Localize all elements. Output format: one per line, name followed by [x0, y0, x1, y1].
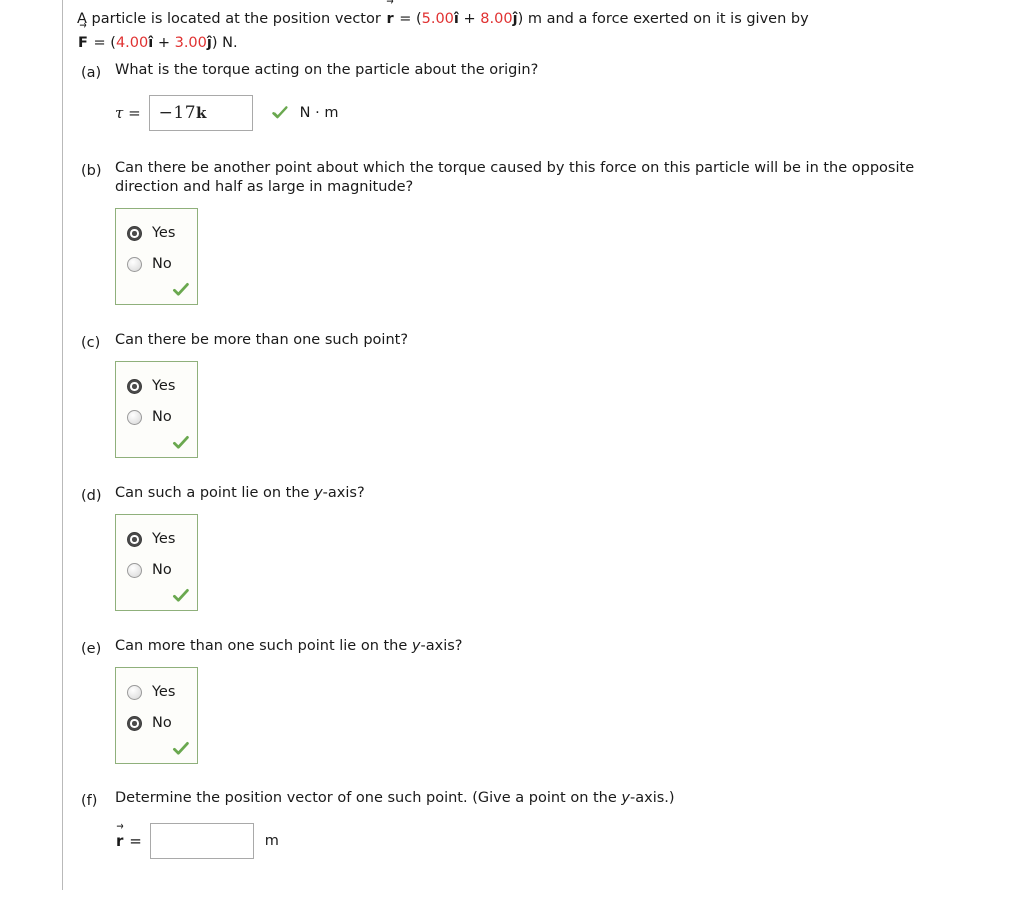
part-c-option-no-label: No — [152, 409, 172, 426]
F-x-value: 4.00 — [115, 35, 149, 51]
radio-button-no[interactable] — [127, 410, 142, 425]
problem-page: A particle is located at the position ve… — [77, 0, 1007, 859]
part-b-option-yes-label: Yes — [152, 225, 176, 242]
part-e-option-yes[interactable]: Yes — [116, 677, 197, 708]
part-f-question: Determine the position vector of one suc… — [115, 789, 967, 808]
green-check-icon — [271, 104, 289, 122]
part-e-question-post: -axis? — [420, 638, 463, 654]
part-a-answer-value: −17 — [158, 103, 197, 123]
part-c-choice-group: Yes No — [115, 361, 198, 458]
part-b-status — [116, 280, 197, 300]
part-e-label: (e) — [81, 641, 102, 657]
part-c-option-no[interactable]: No — [116, 402, 197, 433]
part-e-question: Can more than one such point lie on the … — [115, 637, 967, 656]
F-y-value: 3.00 — [174, 35, 207, 51]
part-e-axis-symbol: y — [411, 638, 421, 654]
question-part-d: (d) Can such a point lie on the y-axis? … — [77, 484, 1007, 611]
part-b-label: (b) — [81, 163, 102, 179]
part-f-equals: = — [129, 832, 142, 850]
part-d-label: (d) — [81, 488, 102, 504]
part-c-option-yes-label: Yes — [152, 378, 176, 395]
question-part-c: (c) Can there be more than one such poin… — [77, 331, 1007, 458]
part-f-answer-row: r = m — [115, 823, 1007, 859]
part-b-option-yes[interactable]: Yes — [116, 218, 197, 249]
stem-text-lead: A particle is located at the position ve… — [77, 11, 386, 27]
green-check-icon — [172, 587, 190, 605]
question-part-a: (a) What is the torque acting on the par… — [77, 61, 1007, 131]
green-check-icon — [172, 281, 190, 299]
part-d-question-pre: Can such a point lie on the — [115, 485, 315, 501]
part-d-question: Can such a point lie on the y-axis? — [115, 484, 967, 503]
question-part-e: (e) Can more than one such point lie on … — [77, 637, 1007, 764]
problem-statement-line2: F = (4.00î + 3.00ĵ) N. — [77, 31, 977, 55]
radio-button-no[interactable] — [127, 716, 142, 731]
part-d-question-post: -axis? — [322, 485, 365, 501]
part-f-question-post: -axis.) — [630, 790, 675, 806]
page-left-rule — [62, 0, 63, 890]
stem-text-tail-2: ) N. — [211, 35, 238, 51]
part-b-option-no[interactable]: No — [116, 249, 197, 280]
part-f-label: (f) — [81, 793, 98, 809]
part-a-answer-input[interactable]: −17 k — [148, 95, 253, 131]
stem-plus-1: + — [458, 11, 481, 27]
stem-equals-1: = ( — [394, 11, 422, 27]
part-f-answer-input[interactable] — [149, 823, 254, 859]
vector-r-input-label: r = — [115, 832, 142, 850]
part-b-question: Can there be another point about which t… — [115, 160, 915, 195]
part-c-label: (c) — [81, 335, 101, 351]
part-d-option-yes[interactable]: Yes — [116, 524, 197, 555]
part-d-option-no-label: No — [152, 562, 172, 579]
radio-button-yes[interactable] — [127, 226, 142, 241]
vector-r-symbol: r — [115, 832, 124, 850]
vector-F-symbol: F — [77, 31, 89, 55]
part-d-status — [116, 586, 197, 606]
part-b-choice-group: Yes No — [115, 208, 198, 305]
part-e-question-pre: Can more than one such point lie on the — [115, 638, 412, 654]
radio-button-yes[interactable] — [127, 532, 142, 547]
part-a-unit: N · m — [299, 105, 339, 121]
green-check-icon — [172, 740, 190, 758]
part-e-choice-group: Yes No — [115, 667, 198, 764]
r-x-value: 5.00 — [421, 11, 454, 27]
part-b-option-no-label: No — [152, 256, 172, 273]
part-c-question: Can there be more than one such point? — [115, 332, 409, 348]
part-d-option-no[interactable]: No — [116, 555, 197, 586]
part-f-unit: m — [264, 833, 279, 849]
radio-button-yes[interactable] — [127, 685, 142, 700]
part-e-status — [116, 739, 197, 759]
k-hat-vector: k — [196, 104, 207, 122]
part-d-choice-group: Yes No — [115, 514, 198, 611]
part-d-axis-symbol: y — [314, 485, 323, 501]
part-d-option-yes-label: Yes — [152, 531, 176, 548]
vector-r-symbol: r — [385, 7, 394, 31]
part-e-option-no-label: No — [152, 715, 172, 732]
part-f-question-pre: Determine the position vector of one suc… — [115, 790, 622, 806]
stem-plus-2: + — [153, 35, 175, 51]
part-a-answer-row: τ = −17 k N · m — [115, 95, 1007, 131]
part-c-option-yes[interactable]: Yes — [116, 371, 197, 402]
part-f-axis-symbol: y — [621, 790, 630, 806]
radio-button-yes[interactable] — [127, 379, 142, 394]
r-y-value: 8.00 — [480, 11, 513, 27]
problem-statement: A particle is located at the position ve… — [77, 0, 977, 55]
part-a-label: (a) — [81, 65, 102, 81]
tau-label: τ = — [115, 104, 141, 122]
part-c-status — [116, 433, 197, 453]
stem-equals-2: = ( — [88, 35, 116, 51]
part-e-option-no[interactable]: No — [116, 708, 197, 739]
radio-button-no[interactable] — [127, 563, 142, 578]
part-a-question: What is the torque acting on the particl… — [115, 62, 539, 78]
question-part-b: (b) Can there be another point about whi… — [77, 159, 1007, 305]
stem-text-tail-1: ) m and a force exerted on it is given b… — [517, 11, 809, 27]
radio-button-no[interactable] — [127, 257, 142, 272]
part-e-option-yes-label: Yes — [152, 684, 176, 701]
green-check-icon — [172, 434, 190, 452]
question-part-f: (f) Determine the position vector of one… — [77, 789, 1007, 859]
